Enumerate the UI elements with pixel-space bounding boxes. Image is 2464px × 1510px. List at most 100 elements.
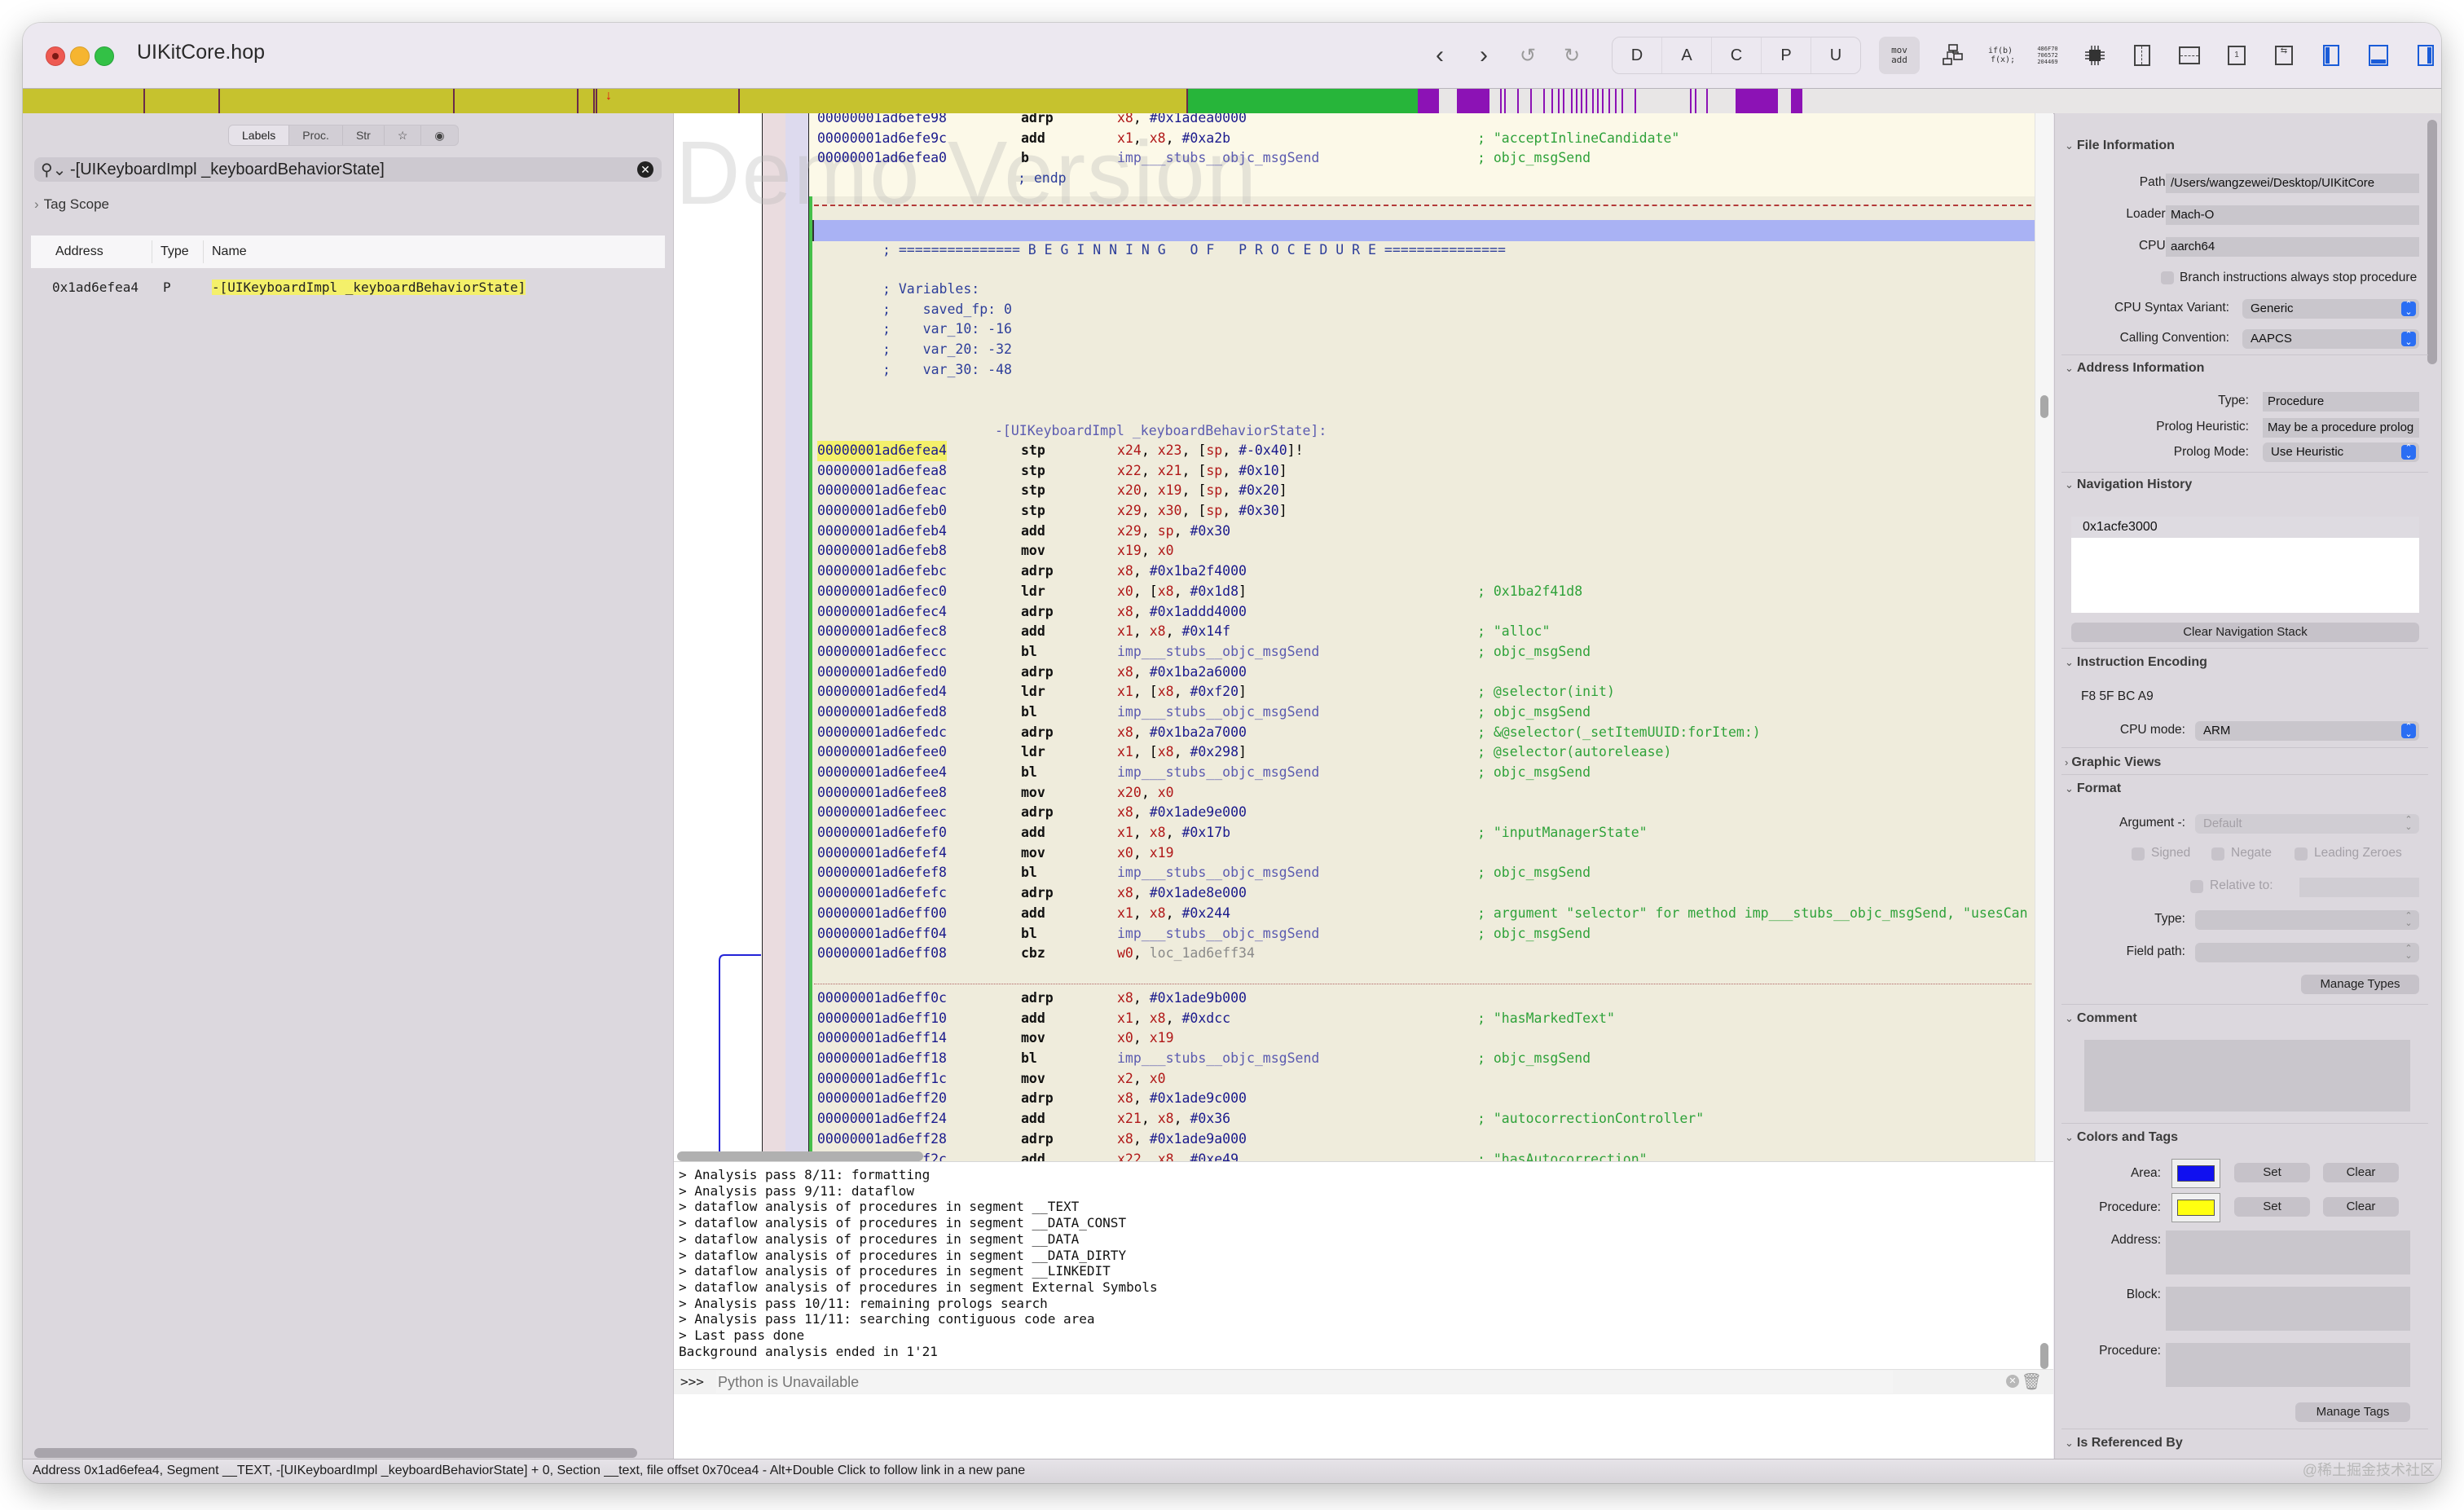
redo-button[interactable]: ↻	[1550, 37, 1594, 73]
clear-search-icon[interactable]: ✕	[637, 161, 653, 178]
instruction-address[interactable]: 00000001ad6efeec	[817, 803, 947, 823]
instruction-line[interactable]: 00000001ad6eff18 bl imp___stubs__objc_msgS…	[817, 1049, 2035, 1069]
instruction-address[interactable]: 00000001ad6efea8	[817, 461, 947, 482]
close-window-button[interactable]	[46, 46, 65, 66]
procedure-tags-field[interactable]	[2166, 1343, 2410, 1387]
instruction-line[interactable]: 00000001ad6efec0 ldr x0, [x8, #0x1d8] ; 0x1…	[817, 582, 2035, 602]
toggle-bottom-panel-button[interactable]	[2355, 37, 2402, 73]
instruction-address[interactable]: 00000001ad6efeac	[817, 481, 947, 501]
mark-as-code-button[interactable]: C	[1712, 37, 1762, 73]
trash-icon[interactable]: 🗑	[2022, 1371, 2042, 1392]
split-vertical-button[interactable]	[2119, 37, 2166, 73]
section-colors-and-tags[interactable]: ⌄ Colors and Tags	[2065, 1130, 2178, 1145]
assembly-mode-button[interactable]: mov add	[1879, 37, 1920, 74]
manage-types-button[interactable]: Manage Types	[2301, 975, 2419, 994]
instruction-line[interactable]: 00000001ad6efebc adrp x8, #0x1ba2f4000	[817, 561, 2035, 582]
instruction-address[interactable]: 00000001ad6efeb4	[817, 522, 947, 542]
instruction-address[interactable]: 00000001ad6efe9c	[817, 129, 947, 149]
instruction-address[interactable]: 00000001ad6efef8	[817, 863, 947, 883]
section-is-referenced-by[interactable]: ⌄ Is Referenced By	[2065, 1436, 2183, 1451]
column-type[interactable]: Type	[152, 240, 203, 263]
tab-strings[interactable]: Str	[343, 125, 385, 145]
instruction-line[interactable]: 00000001ad6eff28 adrp x8, #0x1ade9a000	[817, 1129, 2035, 1150]
argument-select[interactable]: Default ⌃ ⌄	[2195, 814, 2419, 834]
tab-tags[interactable]: ◉	[421, 125, 457, 145]
instruction-line[interactable]: 00000001ad6efeec adrp x8, #0x1ade9e000	[817, 803, 2035, 823]
instruction-line[interactable]: 00000001ad6efef8 bl imp___stubs__objc_msgS…	[817, 863, 2035, 883]
segment-region[interactable]	[1439, 89, 1457, 113]
relative-to-checkbox[interactable]	[2190, 880, 2203, 893]
instruction-address[interactable]: 00000001ad6efe98	[817, 113, 947, 129]
single-pane-button[interactable]: 1	[2213, 37, 2260, 73]
instruction-line[interactable]: 00000001ad6efeb4 add x29, sp, #0x30	[817, 522, 2035, 542]
instruction-line[interactable]: 00000001ad6eff1c mov x2, x0	[817, 1069, 2035, 1090]
label-row[interactable]: 0x1ad6efea4 P -[UIKeyboardImpl _keyboard…	[31, 268, 665, 306]
instruction-line[interactable]: 00000001ad6efea0 b imp___stubs__objc_msgSe…	[817, 148, 2035, 169]
instruction-address[interactable]: 00000001ad6efebc	[817, 561, 947, 582]
instruction-line[interactable]: 00000001ad6efe98 adrp x8, #0x1adea0000	[817, 113, 2035, 129]
labels-horizontal-scrollbar[interactable]	[34, 1448, 637, 1458]
area-color-clear-button[interactable]: Clear	[2323, 1163, 2399, 1182]
cfg-graph-button[interactable]	[1929, 37, 1977, 73]
calling-convention-select[interactable]: AAPCS ⌃ ⌄	[2242, 329, 2419, 349]
instruction-address[interactable]: 00000001ad6efed0	[817, 663, 947, 683]
instruction-address[interactable]: 00000001ad6eff00	[817, 904, 947, 924]
instruction-line[interactable]: 00000001ad6efee8 mov x20, x0	[817, 783, 2035, 803]
mark-as-ascii-button[interactable]: A	[1662, 37, 1712, 73]
undo-button[interactable]: ↺	[1506, 37, 1550, 73]
tab-procedures[interactable]: Proc.	[289, 125, 343, 145]
instruction-line[interactable]: 00000001ad6efed4 ldr x1, [x8, #0xf20] ; @se…	[817, 682, 2035, 702]
instruction-address[interactable]: 00000001ad6efee0	[817, 742, 947, 763]
block-tags-field[interactable]	[2166, 1287, 2410, 1331]
instruction-address[interactable]: 00000001ad6efee4	[817, 763, 947, 783]
procedure-color-set-button[interactable]: Set	[2234, 1197, 2310, 1217]
section-address-information[interactable]: ⌄ Address Information	[2065, 361, 2204, 376]
segment-region[interactable]	[1791, 89, 1802, 113]
cpu-button[interactable]	[2071, 37, 2119, 73]
area-color-well[interactable]	[2171, 1159, 2220, 1188]
instruction-address[interactable]: 00000001ad6efecc	[817, 642, 947, 663]
labels-search-field[interactable]: ⚲⌄ -[UIKeyboardImpl _keyboardBehaviorSta…	[34, 157, 662, 182]
tag-scope-disclosure[interactable]: › Tag Scope	[34, 196, 109, 213]
search-input[interactable]: -[UIKeyboardImpl _keyboardBehaviorState]	[70, 161, 385, 179]
segment-region[interactable]	[1457, 89, 1489, 113]
manage-tags-button[interactable]: Manage Tags	[2295, 1402, 2410, 1422]
procedure-color-clear-button[interactable]: Clear	[2323, 1197, 2399, 1217]
instruction-line[interactable]: 00000001ad6eff00 add x1, x8, #0x244 ; argum…	[817, 904, 2035, 924]
disassembly-horizontal-scrollbar[interactable]	[677, 1151, 923, 1161]
section-instruction-encoding[interactable]: ⌄ Instruction Encoding	[2065, 655, 2207, 670]
path-field[interactable]: /Users/wangzewei/Desktop/UIKitCore	[2166, 174, 2419, 193]
hex-view-button[interactable]: 486F70 706572 204469	[2024, 37, 2071, 73]
instruction-address[interactable]: 00000001ad6efec8	[817, 622, 947, 642]
instruction-address[interactable]: 00000001ad6eff20	[817, 1089, 947, 1109]
instruction-line[interactable]: 00000001ad6efee0 ldr x1, [x8, #0x298] ; @se…	[817, 742, 2035, 763]
instruction-line[interactable]: 00000001ad6efec8 add x1, x8, #0x14f ; "allo…	[817, 622, 2035, 642]
mark-as-data-button[interactable]: D	[1613, 37, 1662, 73]
symbol-link[interactable]: imp___stubs__objc_msgSend	[1117, 644, 1319, 659]
symbol-link[interactable]: imp___stubs__objc_msgSend	[1117, 150, 1319, 165]
negate-checkbox[interactable]	[2211, 847, 2224, 861]
location-link[interactable]: loc_1ad6eff34	[1150, 945, 1255, 961]
instruction-address[interactable]: 00000001ad6eff28	[817, 1129, 947, 1150]
address-tags-field[interactable]	[2166, 1230, 2410, 1274]
cpu-field[interactable]: aarch64	[2166, 237, 2419, 257]
symbol-link[interactable]: imp___stubs__objc_msgSend	[1117, 1050, 1319, 1066]
signed-checkbox[interactable]	[2132, 847, 2145, 861]
disassembly-view[interactable]: Demo Version 00000001ad6efe98 adrp x8, #0x…	[674, 113, 2053, 1239]
field-path-select[interactable]: ⌃ ⌄	[2195, 943, 2419, 962]
console-scroll-thumb[interactable]	[2040, 1343, 2048, 1369]
prolog-mode-select[interactable]: Use Heuristic ⌃ ⌄	[2263, 442, 2419, 462]
instruction-address[interactable]: 00000001ad6efea0	[817, 148, 947, 169]
instruction-address[interactable]: 00000001ad6eff04	[817, 924, 947, 944]
area-color-set-button[interactable]: Set	[2234, 1163, 2310, 1182]
mark-as-procedure-button[interactable]: P	[1762, 37, 1811, 73]
section-graphic-views[interactable]: › Graphic Views	[2065, 755, 2161, 770]
leading-zeroes-checkbox[interactable]	[2295, 847, 2308, 861]
tab-bookmarks[interactable]: ☆	[385, 125, 422, 145]
mark-as-undefined-button[interactable]: U	[1811, 37, 1860, 73]
segment-region[interactable]	[1489, 89, 1736, 113]
segment-region[interactable]	[1778, 89, 1791, 113]
symbol-link[interactable]: imp___stubs__objc_msgSend	[1117, 764, 1319, 780]
toggle-right-panel-button[interactable]	[2402, 37, 2441, 73]
instruction-address[interactable]: 00000001ad6efef0	[817, 823, 947, 843]
